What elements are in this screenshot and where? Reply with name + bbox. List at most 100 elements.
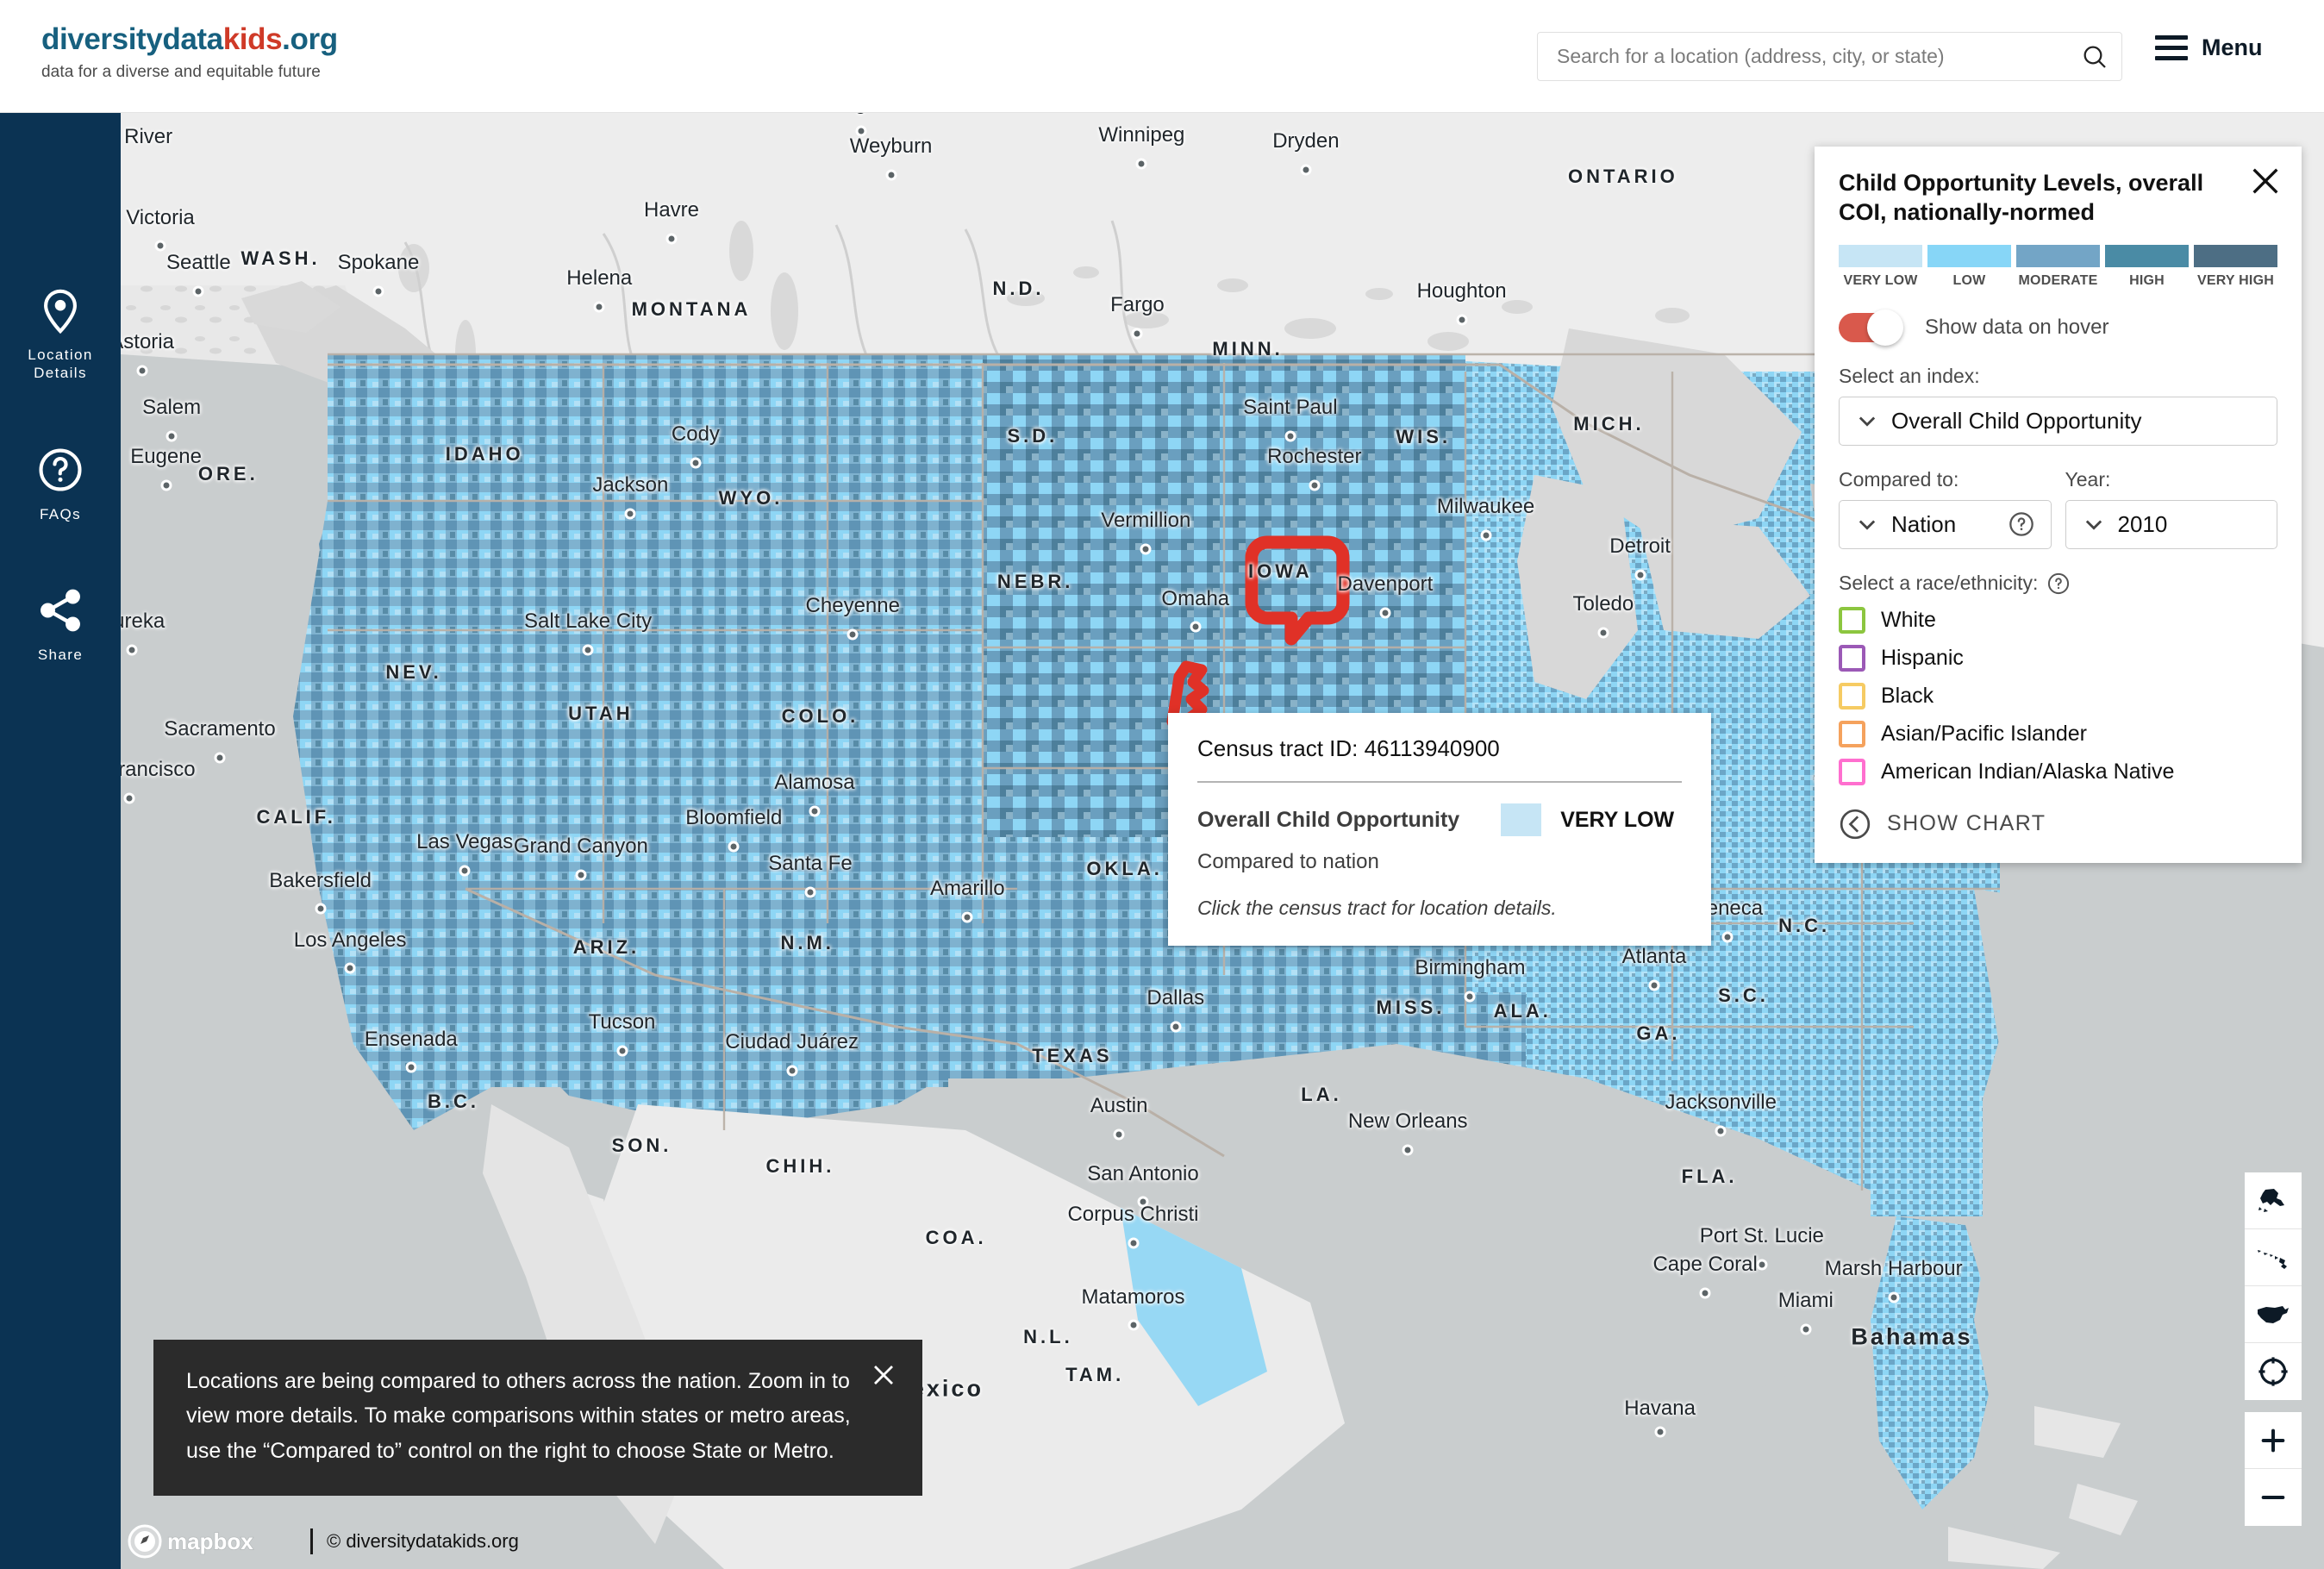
year-select-value: 2010 [2118,511,2168,538]
checkbox-hispanic[interactable] [1839,645,1865,672]
map-city-dot [345,963,356,974]
close-icon[interactable] [871,1362,896,1388]
checkbox-white[interactable] [1839,607,1865,634]
svg-text:mapbox: mapbox [167,1528,253,1554]
checkbox-american-indian-alaska-native[interactable] [1839,759,1865,785]
mapbox-logo[interactable]: mapbox [128,1524,297,1559]
legend-label-very-low: VERY LOW [1839,273,1922,289]
hawaii-inset-button[interactable] [2245,1229,2302,1286]
census-tract-tooltip: Census tract ID: 46113940900 Overall Chi… [1168,713,1711,946]
search-button[interactable] [2068,33,2121,80]
map-city-dot [1128,1238,1139,1249]
sidebar-item-location-details[interactable]: LocationDetails [0,285,121,383]
search-input[interactable] [1538,33,2068,80]
race-checkbox-american-indian-alaska-native[interactable]: American Indian/Alaska Native [1839,759,2277,785]
legend-swatch-very-high [2194,245,2277,267]
map-city-dot [809,805,820,816]
year-group: Year: 2010 [2065,446,2278,549]
sidebar-label-location-details: LocationDetails [28,346,92,383]
map-city-dot [1480,529,1491,541]
compared-to-select[interactable]: Nation [1839,500,2052,549]
logo-text: diversitydatakids.org [41,22,338,57]
race-label-asian-pacific-islander: Asian/Pacific Islander [1881,722,2087,747]
race-label-hispanic: Hispanic [1881,646,1964,671]
map-city-dot [1722,932,1734,943]
map-city-dot [690,457,701,468]
legend-label-low: LOW [1927,273,2011,289]
menu-button[interactable]: Menu [2155,34,2263,61]
index-select[interactable]: Overall Child Opportunity [1839,397,2277,446]
map-city-dot [1700,1287,1711,1298]
checkbox-asian-pacific-islander[interactable] [1839,721,1865,747]
close-icon[interactable] [2248,164,2283,198]
race-checkbox-white[interactable]: White [1839,607,2277,634]
alaska-inset-button[interactable] [2245,1172,2302,1229]
index-select-label: Select an index: [1839,365,2277,388]
help-circle-icon[interactable] [2008,510,2035,538]
year-select[interactable]: 2010 [2065,500,2278,549]
question-circle-icon [35,445,85,495]
index-select-value: Overall Child Opportunity [1891,408,2141,434]
map-city-dot [1800,1324,1811,1335]
site-logo[interactable]: diversitydatakids.org data for a diverse… [41,22,338,82]
logo-part-kids: kids [223,22,282,56]
map-city-dot [1756,1259,1767,1270]
minus-icon [2258,1483,2288,1512]
map-city-dot [847,628,859,640]
tooltip-compared-text: Compared to nation [1197,850,1682,874]
map-city-dot [1634,569,1646,580]
zoom-in-button[interactable] [2245,1412,2302,1469]
map-city-dot [1465,991,1476,1003]
sidebar-item-share[interactable]: Share [0,585,121,664]
map-inset-controls [2245,1172,2302,1400]
map-city-dot [1132,328,1143,340]
show-data-on-hover-toggle[interactable] [1839,313,1901,342]
toggle-knob [1867,309,1903,346]
map-city-dot [154,241,166,252]
hover-toggle-label: Show data on hover [1925,316,2108,340]
map-city-dot [1136,159,1147,170]
search-box[interactable] [1537,32,2122,81]
race-label-row: Select a race/ethnicity: [1839,572,2277,596]
map-city-dot [804,886,815,897]
logo-part-diversitydata: diversitydata [41,22,223,56]
share-icon [35,585,85,635]
info-banner-text: Locations are being compared to others a… [186,1364,859,1469]
tooltip-hint-text: Click the census tract for location deta… [1197,897,1682,920]
zoom-out-button[interactable] [2245,1469,2302,1526]
year-label: Year: [2065,468,2278,491]
map-city-dot [372,286,384,297]
legend-swatches [1839,245,2277,267]
show-chart-button[interactable]: SHOW CHART [1839,808,2277,841]
sidebar-label-share: Share [38,646,83,664]
chevron-down-icon [2082,512,2106,536]
legend-labels: VERY LOW LOW MODERATE HIGH VERY HIGH [1839,273,2277,289]
race-checkbox-black[interactable]: Black [1839,683,2277,709]
attribution-credit: © diversitydatakids.org [327,1530,519,1553]
locate-me-button[interactable] [2245,1343,2302,1400]
checkbox-black[interactable] [1839,683,1865,709]
map-city-dot [160,480,172,491]
map-city-dot [1190,622,1201,633]
race-label-black: Black [1881,684,1934,709]
map-city-dot [1597,627,1609,638]
sidebar-item-faqs[interactable]: FAQs [0,445,121,523]
map-city-dot [575,869,586,880]
compared-to-group: Compared to: Nation [1839,446,2052,549]
chevron-down-icon [1855,512,1879,536]
map-legend-panel: Child Opportunity Levels, overall COI, n… [1815,147,2302,863]
continental-us-button[interactable] [2245,1286,2302,1343]
help-circle-icon[interactable] [2046,572,2071,596]
tooltip-level-swatch [1501,803,1541,836]
race-checkbox-hispanic[interactable]: Hispanic [1839,645,2277,672]
map-city-dot [583,644,594,655]
map-city-dot [1138,1197,1149,1208]
map-city-dot [193,286,204,297]
map-city-dot [1715,1126,1727,1137]
map-city-dot [728,841,740,853]
crosshair-icon [2257,1355,2290,1388]
panel-title: Child Opportunity Levels, overall COI, n… [1839,169,2277,228]
map-city-dot [1403,1144,1414,1155]
race-checkbox-asian-pacific-islander[interactable]: Asian/Pacific Islander [1839,721,2277,747]
logo-part-org: .org [282,22,338,56]
